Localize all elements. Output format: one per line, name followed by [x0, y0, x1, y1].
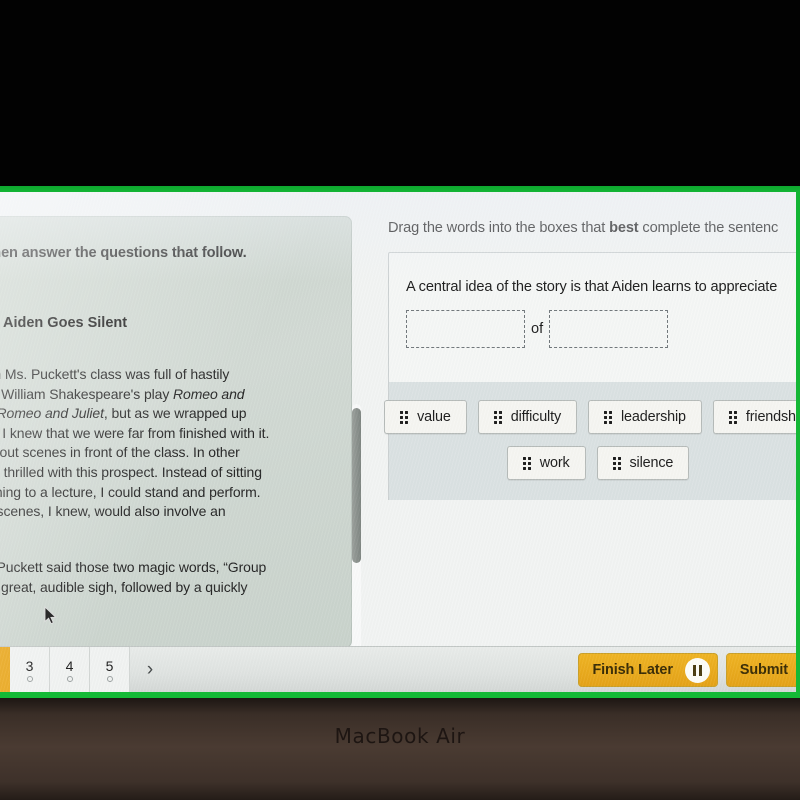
question-tab-number: 4: [65, 658, 74, 674]
word-tile-leadership[interactable]: leadership: [588, 400, 702, 434]
test-page: ge. Then answer the questions that follo…: [0, 192, 796, 692]
word-tile-label: difficulty: [510, 409, 561, 425]
finish-later-label: Finish Later: [592, 662, 673, 678]
passage-content: ge. Then answer the questions that follo…: [0, 217, 351, 627]
laptop-screen: ge. Then answer the questions that follo…: [0, 192, 796, 692]
drag-instruction-emphasis: best: [609, 220, 639, 236]
word-tile-label: silence: [629, 455, 674, 471]
submit-button[interactable]: Submit: [725, 653, 796, 687]
drag-handle-icon: [604, 410, 612, 424]
dropzone-row: of: [389, 295, 796, 348]
toolbar-actions: Finish Later Submit: [578, 653, 796, 687]
question-status-dot-icon: [66, 676, 73, 682]
passage-paragraph-2: n Ms. Puckett said those two magic words…: [0, 558, 339, 617]
passage-panel[interactable]: ge. Then answer the questions that follo…: [0, 216, 352, 648]
answer-card: A central idea of the story is that Aide…: [388, 252, 796, 382]
laptop-deck: MacBook Air: [0, 698, 800, 800]
passage-line: , I'd be thrilled with this prospect. In…: [0, 463, 262, 480]
drag-handle-icon: [522, 456, 531, 470]
next-question-chevron-icon[interactable]: ›: [130, 647, 170, 692]
passage-line: oard in Ms. Puckett's class was full of …: [0, 366, 230, 382]
bottom-toolbar: 3 4 5 › Finish Later Submit: [0, 646, 796, 692]
drag-instruction: Drag the words into the boxes that best …: [388, 220, 796, 236]
question-tab-3[interactable]: 3: [10, 647, 50, 692]
question-panel: Drag the words into the boxes that best …: [384, 220, 796, 660]
word-tile-label: leadership: [621, 409, 686, 425]
passage-line: e play, I knew that we were far from fin…: [0, 424, 270, 441]
drag-handle-icon: [493, 410, 502, 424]
passage-line: acting out scenes in front of the class.…: [0, 444, 240, 461]
word-tile-label: work: [539, 455, 570, 471]
finish-later-button[interactable]: Finish Later: [578, 653, 718, 687]
dropzone-1[interactable]: [406, 310, 525, 348]
question-tab-current-partial[interactable]: [0, 647, 10, 692]
word-bank: value difficulty leadership friendsh wor…: [384, 382, 796, 500]
passage-instruction: ge. Then answer the questions that follo…: [0, 245, 247, 261]
passage-line: n Ms. Puckett said those two magic words…: [0, 559, 267, 576]
passage-line: ading Romeo and Juliet, but as we wrappe…: [0, 405, 247, 422]
question-status-dot-icon: [26, 676, 33, 682]
word-tile-value[interactable]: value: [384, 400, 467, 434]
drag-handle-icon: [400, 410, 409, 424]
word-tile-silence[interactable]: silence: [596, 446, 690, 480]
drag-instruction-prefix: Drag the words into the boxes that: [388, 220, 610, 236]
word-tile-label: friendsh: [745, 409, 796, 425]
passage-title: Aiden Goes Silent: [3, 315, 128, 331]
word-bank-row-2: work silence: [389, 446, 796, 480]
laptop-bezel-top: [0, 0, 800, 188]
question-navigation: 3 4 5 ›: [0, 647, 170, 692]
question-status-dot-icon: [106, 676, 113, 682]
question-tab-4[interactable]: 4: [50, 647, 90, 692]
word-tile-difficulty[interactable]: difficulty: [477, 400, 577, 434]
passage-line: d listening to a lecture, I could stand …: [0, 483, 261, 500]
laptop-screen-frame: ge. Then answer the questions that follo…: [0, 186, 800, 698]
passage-line: ent.: [0, 522, 339, 542]
drag-handle-icon: [728, 410, 737, 424]
passage-line: s from William Shakespeare's play Romeo …: [0, 385, 245, 402]
sentence-joiner: of: [531, 321, 544, 337]
passage-line: doing scenes, I knew, would also involve…: [0, 503, 226, 520]
passage-line: t out a great, audible sigh, followed by…: [0, 578, 248, 595]
passage-paragraph-1: oard in Ms. Puckett's class was full of …: [0, 365, 339, 541]
dropzone-2[interactable]: [549, 310, 669, 348]
submit-label: Submit: [739, 662, 788, 678]
word-bank-row-1: value difficulty leadership friendsh: [384, 400, 796, 434]
question-tab-number: 3: [25, 658, 34, 674]
device-label: MacBook Air: [334, 724, 466, 748]
word-tile-friendship[interactable]: friendsh: [712, 400, 796, 434]
sentence-stem: A central idea of the story is that Aide…: [406, 279, 778, 295]
drag-handle-icon: [612, 456, 621, 470]
question-tab-number: 5: [105, 658, 114, 674]
passage-scrollbar-thumb[interactable]: [352, 408, 361, 563]
drag-instruction-suffix: complete the sentenc: [638, 220, 779, 236]
question-tab-5[interactable]: 5: [90, 647, 130, 692]
word-tile-label: value: [417, 409, 451, 425]
pause-icon: [684, 657, 710, 683]
laptop-photo: ge. Then answer the questions that follo…: [0, 0, 800, 800]
word-tile-work[interactable]: work: [506, 446, 586, 480]
passage-line: gh.: [0, 598, 339, 618]
